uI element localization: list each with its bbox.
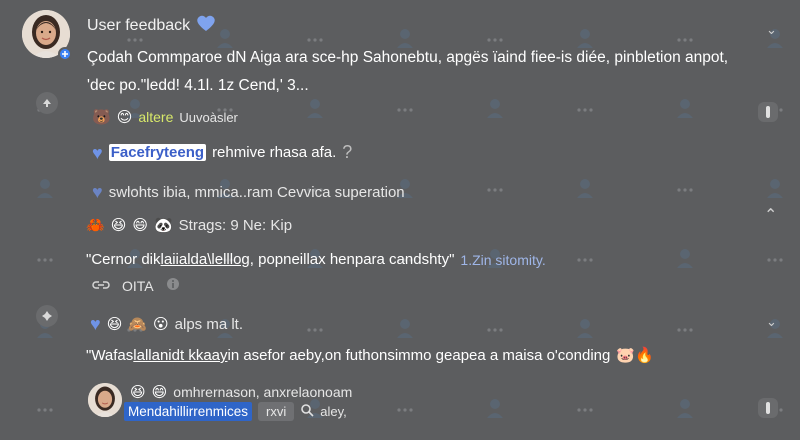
grin-emoji-icon[interactable]: 😆 bbox=[111, 218, 127, 233]
expand-chevron-icon[interactable]: ⌃ bbox=[764, 205, 777, 225]
blue-heart-icon bbox=[196, 14, 216, 37]
blue-heart-icon[interactable]: ♥ bbox=[90, 315, 101, 333]
surprised-emoji-icon[interactable]: 😮 bbox=[153, 317, 169, 332]
grin-emoji-icon[interactable]: 😆 bbox=[107, 317, 123, 332]
blue-heart-icon[interactable]: ♥ bbox=[92, 144, 103, 162]
reply-composer-text: omhrernason, anxrelaonoam bbox=[173, 384, 353, 400]
smile-emoji-icon[interactable]: 😊 bbox=[117, 110, 133, 125]
comment-link[interactable]: 1.Zin sitomity. bbox=[460, 252, 545, 268]
upvote-icon[interactable] bbox=[36, 92, 58, 114]
panda-emoji-icon[interactable]: 🐼 bbox=[154, 218, 173, 233]
scroll-handle-icon[interactable] bbox=[758, 102, 778, 122]
comment-meta-row: ♥ 😆 🙈 😮 alps ma lt. bbox=[90, 315, 243, 333]
pin-icon[interactable] bbox=[36, 305, 58, 327]
comment-text-prefix: "Cernor dik bbox=[86, 251, 161, 268]
search-icon[interactable] bbox=[300, 403, 314, 421]
reply-highlighted-text: Facefryteeng bbox=[108, 144, 207, 161]
comment-body: "Wafas lallanidt kkaay in asefor aeby,on… bbox=[86, 347, 654, 364]
info-icon[interactable] bbox=[166, 277, 180, 295]
post-body: Çodah Commparoe dN Aiga ara sce-hp Sahon… bbox=[87, 49, 729, 94]
comment-body: "Cernor dik laiialda\lelllog , popneilla… bbox=[86, 251, 546, 268]
reaction-label: altere bbox=[138, 109, 174, 125]
reply-item: ♥ swlohts ibia, mmica..ram Cevvica super… bbox=[92, 183, 405, 201]
scroll-handle-bottom-icon[interactable] bbox=[758, 398, 778, 418]
fire-emoji-icon[interactable]: 🔥 bbox=[635, 348, 654, 363]
reply-item: ♥ Facefryteeng rehmive rhasa afa. ? bbox=[92, 142, 352, 163]
comment-text-suffix: in asefor aeby,on futhonsimmo geapea a m… bbox=[227, 347, 611, 364]
comment-text-underlined[interactable]: lallanidt kkaay bbox=[133, 347, 227, 364]
monkey-emoji-icon[interactable]: 🙈 bbox=[128, 317, 147, 332]
grin-emoji-icon[interactable]: 😆 bbox=[130, 385, 146, 400]
reply-field-2[interactable]: aley, bbox=[320, 404, 347, 419]
link-icon[interactable] bbox=[92, 278, 110, 294]
reply-composer-line: 😆 😄 omhrernason, anxrelaonoam bbox=[130, 384, 352, 400]
reaction-sub-label: Uuvoàsler bbox=[179, 109, 238, 125]
comment-text-prefix: "Wafas bbox=[86, 347, 134, 364]
reply-field[interactable]: rxvi bbox=[258, 402, 295, 421]
mention-chip[interactable]: Mendahillirrenmices bbox=[124, 402, 253, 421]
comment-text-suffix: , popneillax henpara candshty" bbox=[249, 251, 455, 268]
comment-action-label[interactable]: OITA bbox=[122, 278, 154, 294]
collapse-chevron-icon-2[interactable]: ⌄ bbox=[766, 314, 777, 330]
collapse-chevron-icon[interactable]: ⌄ bbox=[766, 22, 777, 38]
reaction-row: 🐻 😊 altere Uuvoàsler bbox=[92, 109, 238, 125]
title-row: User feedback bbox=[87, 14, 216, 37]
bear-emoji-icon[interactable]: 🐻 bbox=[92, 110, 111, 125]
reply-text: rehmive rhasa afa. bbox=[212, 144, 337, 161]
comment-meta: alps ma lt. bbox=[174, 315, 244, 333]
comment-text-underlined[interactable]: laiialda\lelllog bbox=[161, 251, 250, 268]
page-title: User feedback bbox=[87, 16, 191, 34]
question-mark: ? bbox=[342, 142, 353, 162]
reply-composer-fields: Mendahillirrenmices rxvi aley, bbox=[124, 402, 347, 421]
crab-emoji-icon[interactable]: 🦀 bbox=[86, 218, 105, 233]
comment-meta: Strags: 9 Ne: Kip bbox=[178, 217, 293, 234]
pig-emoji-icon[interactable]: 🐷 bbox=[616, 348, 635, 363]
comment-meta-row: 🦀 😆 😄 🐼 Strags: 9 Ne: Kip bbox=[86, 217, 292, 234]
reply-text: swlohts ibia, mmica..ram Cevvica superat… bbox=[108, 183, 405, 201]
comment-actions: OITA bbox=[92, 277, 180, 295]
online-badge-icon bbox=[58, 47, 72, 61]
feedback-panel: User feedback Çodah Commparoe dN Aiga ar… bbox=[0, 0, 800, 440]
blue-heart-icon[interactable]: ♥ bbox=[92, 183, 103, 201]
current-user-avatar[interactable] bbox=[88, 383, 122, 417]
laugh-emoji-icon[interactable]: 😄 bbox=[132, 218, 148, 233]
laugh-emoji-icon[interactable]: 😄 bbox=[152, 385, 168, 400]
